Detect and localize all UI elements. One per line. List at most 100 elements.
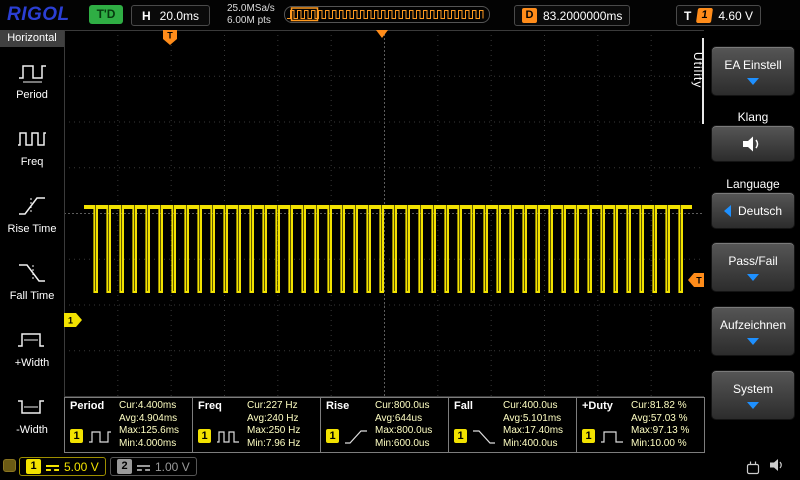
rise-time-icon — [16, 195, 48, 219]
measurement-title: Freq — [198, 400, 222, 412]
softkey-system[interactable]: System — [711, 370, 795, 420]
meas-avg: Avg:644us — [375, 413, 432, 426]
meas-avg: Avg:4.904ms — [119, 413, 179, 426]
measurement-panel-period[interactable]: Period 1 Cur:4.400ms Avg:4.904ms Max:125… — [64, 397, 193, 453]
svg-text:1: 1 — [68, 316, 73, 326]
meas-max: Max:125.6ms — [119, 425, 179, 438]
delay-chip: D — [522, 8, 537, 23]
period-glyph-icon — [88, 429, 112, 445]
channel2-badge: 2 — [117, 459, 132, 474]
delay-box[interactable]: D 83.2000000ms — [514, 5, 630, 26]
window-center-marker — [376, 30, 388, 38]
delay-value: 83.2000000ms — [543, 9, 622, 23]
meas-avg: Avg:5.101ms — [503, 413, 563, 426]
meas-avg: Avg:57.03 % — [631, 413, 689, 426]
meas-cur: Cur:800.0us — [375, 400, 432, 413]
channel-badge: 1 — [582, 429, 595, 443]
menu-item-freq[interactable]: Freq — [0, 114, 64, 181]
softkey-language[interactable]: Deutsch — [711, 192, 795, 229]
speaker-status-icon — [770, 458, 786, 472]
measurement-panel-freq[interactable]: Freq 1 Cur:227 Hz Avg:240 Hz Max:250 Hz … — [192, 397, 321, 453]
plus-width-icon — [16, 329, 48, 353]
chevron-down-icon — [747, 78, 759, 85]
channel2-status[interactable]: 2 1.00 V — [110, 457, 197, 476]
menu-indicator-line — [702, 38, 704, 124]
softkey-language-title: Language — [711, 177, 795, 191]
freq-glyph-icon — [216, 429, 240, 445]
channel-badge: 1 — [326, 429, 339, 443]
menu-item-fall-time[interactable]: Fall Time — [0, 248, 64, 315]
meas-max: Max:250 Hz — [247, 425, 300, 438]
menu-item-label: +Width — [15, 357, 50, 369]
speaker-icon — [742, 135, 764, 153]
trigger-position-flag: T — [163, 30, 177, 45]
channel-badge: 1 — [454, 429, 467, 443]
measurement-title: Rise — [326, 400, 349, 412]
menu-item-label: Freq — [21, 156, 44, 168]
channel1-badge: 1 — [26, 459, 41, 474]
trigger-level-value: 4.60 V — [718, 9, 753, 23]
menu-item-minus-width[interactable]: -Width — [0, 382, 64, 449]
h-label: H — [142, 9, 151, 23]
dc-coupling-icon — [137, 463, 150, 471]
freq-icon — [16, 128, 48, 152]
measurement-title: +Duty — [582, 400, 613, 412]
meas-max: Max:17.40ms — [503, 425, 563, 438]
channel1-scale: 5.00 V — [64, 460, 99, 474]
meas-cur: Cur:4.400ms — [119, 400, 179, 413]
top-status-bar: RIGOL T'D H 20.0ms 25.0MSa/s 6.00M pts D… — [0, 0, 800, 30]
horizontal-scale-box[interactable]: H 20.0ms — [131, 5, 210, 26]
bottom-status-bar: 1 5.00 V 2 1.00 V — [0, 453, 800, 480]
trigger-info-box[interactable]: T 1 4.60 V — [676, 5, 761, 26]
memory-position-bar — [284, 6, 490, 23]
softkey-label: Aufzeichnen — [720, 318, 786, 332]
softkey-record[interactable]: Aufzeichnen — [711, 306, 795, 356]
measurement-panel-fall[interactable]: Fall 1 Cur:400.0us Avg:5.101ms Max:17.40… — [448, 397, 577, 453]
memory-depth: 6.00M pts — [227, 15, 275, 27]
softkey-sound[interactable] — [711, 125, 795, 162]
channel2-scale: 1.00 V — [155, 460, 190, 474]
chevron-left-icon — [724, 205, 731, 217]
minus-width-icon — [16, 396, 48, 420]
menu-item-rise-time[interactable]: Rise Time — [0, 181, 64, 248]
softkey-sound-title: Klang — [711, 110, 795, 124]
menu-item-period[interactable]: Period — [0, 47, 64, 114]
fall-glyph-icon — [472, 429, 496, 445]
oscilloscope-ui: RIGOL T'D H 20.0ms 25.0MSa/s 6.00M pts D… — [0, 0, 800, 480]
brand-logo: RIGOL — [7, 4, 70, 26]
softkey-label: System — [733, 382, 773, 396]
period-icon — [16, 61, 48, 85]
trigger-source-chip: 1 — [696, 8, 713, 23]
meas-cur: Cur:400.0us — [503, 400, 563, 413]
meas-avg: Avg:240 Hz — [247, 413, 300, 426]
meas-min: Min:4.000ms — [119, 438, 179, 451]
svg-text:T: T — [167, 31, 173, 41]
meas-min: Min:7.96 Hz — [247, 438, 300, 451]
meas-cur: Cur:227 Hz — [247, 400, 300, 413]
channel-badge: 1 — [198, 429, 211, 443]
fall-time-icon — [16, 262, 48, 286]
meas-cur: Cur:81.82 % — [631, 400, 689, 413]
svg-text:T: T — [696, 276, 702, 286]
menu-item-label: Rise Time — [8, 223, 57, 235]
softkey-pass-fail[interactable]: Pass/Fail — [711, 242, 795, 292]
notification-icon — [3, 459, 16, 472]
chevron-down-icon — [747, 274, 759, 281]
waveform-display: T 1 T — [64, 30, 705, 397]
menu-item-label: Period — [16, 89, 48, 101]
trigger-label: T — [684, 9, 691, 23]
meas-min: Min:400.0us — [503, 438, 563, 451]
menu-item-plus-width[interactable]: +Width — [0, 315, 64, 382]
measurement-panel-rise[interactable]: Rise 1 Cur:800.0us Avg:644us Max:800.0us… — [320, 397, 449, 453]
measurement-row: Period 1 Cur:4.400ms Avg:4.904ms Max:125… — [64, 397, 705, 453]
chevron-down-icon — [747, 402, 759, 409]
channel1-status[interactable]: 1 5.00 V — [19, 457, 106, 476]
menu-item-label: -Width — [16, 424, 48, 436]
meas-min: Min:600.0us — [375, 438, 432, 451]
measurement-panel-duty[interactable]: +Duty 1 Cur:81.82 % Avg:57.03 % Max:97.1… — [576, 397, 705, 453]
softkey-label: EA Einstell — [724, 58, 781, 72]
language-value: Deutsch — [738, 204, 782, 218]
sample-rate-block: 25.0MSa/s 6.00M pts — [227, 3, 275, 27]
softkey-io-setup[interactable]: EA Einstell — [711, 46, 795, 96]
usb-icon — [744, 459, 762, 475]
